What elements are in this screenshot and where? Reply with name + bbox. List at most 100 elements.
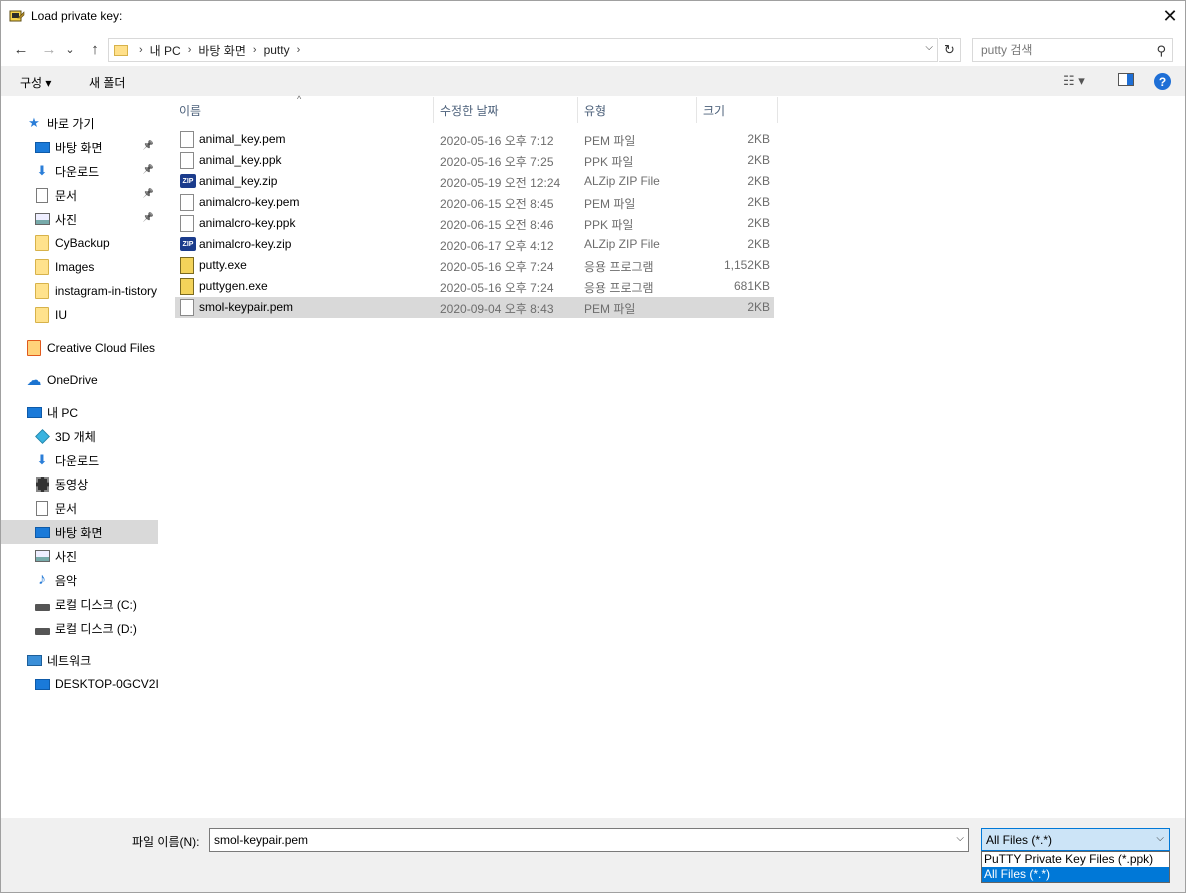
- sidebar-item[interactable]: 문서: [1, 496, 158, 520]
- drive-c-icon: [34, 596, 50, 612]
- sidebar-item[interactable]: ☁ OneDrive: [1, 368, 158, 392]
- refresh-icon: ↻: [944, 42, 955, 57]
- address-bar[interactable]: › 내 PC › 바탕 화면 › putty › ⌵: [108, 38, 938, 62]
- help-icon[interactable]: ?: [1154, 73, 1171, 90]
- sidebar-item[interactable]: 네트워크: [1, 648, 158, 672]
- up-button[interactable]: ↑: [85, 39, 105, 59]
- file-type-select[interactable]: All Files (*.*) ⌵: [981, 828, 1170, 851]
- file-date: 2020-05-16 오후 7:12: [440, 134, 554, 148]
- file-row[interactable]: ZIP animalcro-key.zip 2020-06-17 오후 4:12 AL…: [175, 234, 774, 255]
- refresh-button[interactable]: ↻: [939, 38, 961, 62]
- file-list: ^ 이름 수정한 날짜 유형 크기 animal_key.pem 2020-05-…: [161, 94, 1185, 817]
- chevron-down-icon[interactable]: ⌵: [956, 833, 964, 844]
- file-name: puttygen.exe: [199, 279, 268, 293]
- file-type-option[interactable]: PuTTY Private Key Files (*.ppk): [982, 852, 1169, 867]
- sidebar-item[interactable]: ★ 바로 가기: [1, 111, 158, 135]
- sidebar-item[interactable]: Images: [1, 255, 158, 279]
- column-header-size[interactable]: 크기: [697, 97, 778, 123]
- sidebar-item[interactable]: ♪ 음악: [1, 568, 158, 592]
- sidebar-item[interactable]: 로컬 디스크 (C:): [1, 592, 158, 616]
- new-folder-button[interactable]: 새 폴더: [89, 74, 125, 91]
- file-type-option[interactable]: All Files (*.*): [982, 867, 1169, 882]
- chevron-down-icon[interactable]: ⌵: [925, 42, 933, 53]
- putty-exe-icon: [180, 257, 194, 274]
- file-row[interactable]: puttygen.exe 2020-05-16 오후 7:24 응용 프로그램 681…: [175, 276, 774, 297]
- file-type: ALZip ZIP File: [584, 174, 660, 188]
- sidebar-item[interactable]: 로컬 디스크 (D:): [1, 616, 158, 640]
- filename-label: 파일 이름(N):: [132, 835, 200, 849]
- picture-icon: [34, 211, 50, 227]
- file-size: 2KB: [747, 300, 770, 314]
- file-row[interactable]: putty.exe 2020-05-16 오후 7:24 응용 프로그램 1,152K…: [175, 255, 774, 276]
- file-size: 2KB: [747, 195, 770, 209]
- search-icon[interactable]: ⚲: [1156, 43, 1166, 59]
- filename-field[interactable]: ⌵: [209, 828, 969, 852]
- breadcrumb-desktop[interactable]: 바탕 화면: [198, 42, 246, 59]
- sidebar-item-label: Images: [55, 260, 95, 274]
- desktop-icon: [34, 524, 50, 540]
- sidebar-item[interactable]: DESKTOP-0GCV2I8: [1, 672, 158, 696]
- file-size: 2KB: [747, 132, 770, 146]
- search-input[interactable]: [973, 39, 1143, 61]
- sidebar-item[interactable]: 문서 📌: [1, 183, 158, 207]
- sidebar-item[interactable]: 사진 📌: [1, 207, 158, 231]
- sidebar-item[interactable]: ⬇ 다운로드 📌: [1, 159, 158, 183]
- sidebar-item[interactable]: 동영상: [1, 472, 158, 496]
- file-type-selected: All Files (*.*): [986, 833, 1053, 847]
- file-size: 681KB: [733, 279, 770, 293]
- sidebar-item[interactable]: ⬇ 다운로드: [1, 448, 158, 472]
- pin-icon[interactable]: 📌: [143, 212, 154, 223]
- breadcrumb-putty[interactable]: putty: [264, 43, 290, 57]
- close-button[interactable]: ✕: [1155, 1, 1185, 31]
- file-row[interactable]: animalcro-key.pem 2020-06-15 오전 8:45 PEM 파…: [175, 192, 774, 213]
- sidebar-item[interactable]: 내 PC: [1, 400, 158, 424]
- folder-icon: [114, 44, 128, 56]
- sidebar-item-label: 사진: [55, 212, 78, 227]
- back-button[interactable]: ←: [11, 39, 31, 59]
- search-box[interactable]: ⚲: [972, 38, 1173, 62]
- file-row[interactable]: animal_key.pem 2020-05-16 오후 7:12 PEM 파일 2K…: [175, 129, 774, 150]
- back-arrow-icon: ←: [13, 40, 29, 58]
- sidebar-item-label: 네트워크: [47, 653, 92, 668]
- sidebar-item[interactable]: 사진: [1, 544, 158, 568]
- file-row[interactable]: animalcro-key.ppk 2020-06-15 오전 8:46 PPK 파…: [175, 213, 774, 234]
- file-row[interactable]: animal_key.ppk 2020-05-16 오후 7:25 PPK 파일 2K…: [175, 150, 774, 171]
- file-name: animal_key.pem: [199, 132, 286, 146]
- pin-icon[interactable]: 📌: [143, 188, 154, 199]
- column-header-type[interactable]: 유형: [578, 97, 697, 123]
- column-header-name[interactable]: 이름: [173, 97, 434, 123]
- chevron-right-icon: ›: [252, 44, 257, 56]
- file-row[interactable]: smol-keypair.pem 2020-09-04 오후 8:43 PEM 파일…: [175, 297, 774, 318]
- sidebar-item[interactable]: Creative Cloud Files: [1, 336, 158, 360]
- forward-arrow-icon: →: [41, 40, 57, 58]
- file-size: 1,152KB: [723, 258, 770, 272]
- sidebar-item-label: 문서: [55, 188, 78, 203]
- video-icon: [34, 476, 50, 492]
- music-icon: ♪: [38, 571, 46, 588]
- file-type: 응용 프로그램: [584, 281, 654, 295]
- filename-input[interactable]: [210, 829, 940, 851]
- sidebar-item-label: 바로 가기: [47, 116, 95, 131]
- file-type: PEM 파일: [584, 134, 636, 148]
- sidebar-item[interactable]: instagram-in-tistory: [1, 279, 158, 303]
- sidebar-item[interactable]: 바탕 화면 📌: [1, 135, 158, 159]
- view-options-icon[interactable]: ☷ ▾: [1063, 73, 1085, 89]
- sidebar-item[interactable]: CyBackup: [1, 231, 158, 255]
- chevron-down-icon[interactable]: ⌵: [1156, 833, 1164, 844]
- column-header-date[interactable]: 수정한 날짜: [434, 97, 578, 123]
- pin-icon[interactable]: 📌: [143, 164, 154, 175]
- download-icon: ⬇: [36, 452, 48, 467]
- recent-locations-button[interactable]: ⌄: [63, 39, 77, 59]
- breadcrumb-my-pc[interactable]: 내 PC: [150, 42, 181, 59]
- file-row[interactable]: ZIP animal_key.zip 2020-05-19 오전 12:24 ALZi…: [175, 171, 774, 192]
- file-type: PPK 파일: [584, 218, 634, 232]
- preview-pane-icon[interactable]: [1118, 73, 1134, 89]
- sidebar-item[interactable]: 바탕 화면: [1, 520, 158, 544]
- organize-button[interactable]: 구성 ▾: [20, 74, 51, 91]
- pin-icon[interactable]: 📌: [143, 140, 154, 151]
- sidebar-item[interactable]: IU: [1, 303, 158, 327]
- sidebar-item[interactable]: 3D 개체: [1, 424, 158, 448]
- forward-button[interactable]: →: [39, 39, 59, 59]
- sidebar-item-label: 다운로드: [55, 164, 100, 179]
- file-type: ALZip ZIP File: [584, 237, 660, 251]
